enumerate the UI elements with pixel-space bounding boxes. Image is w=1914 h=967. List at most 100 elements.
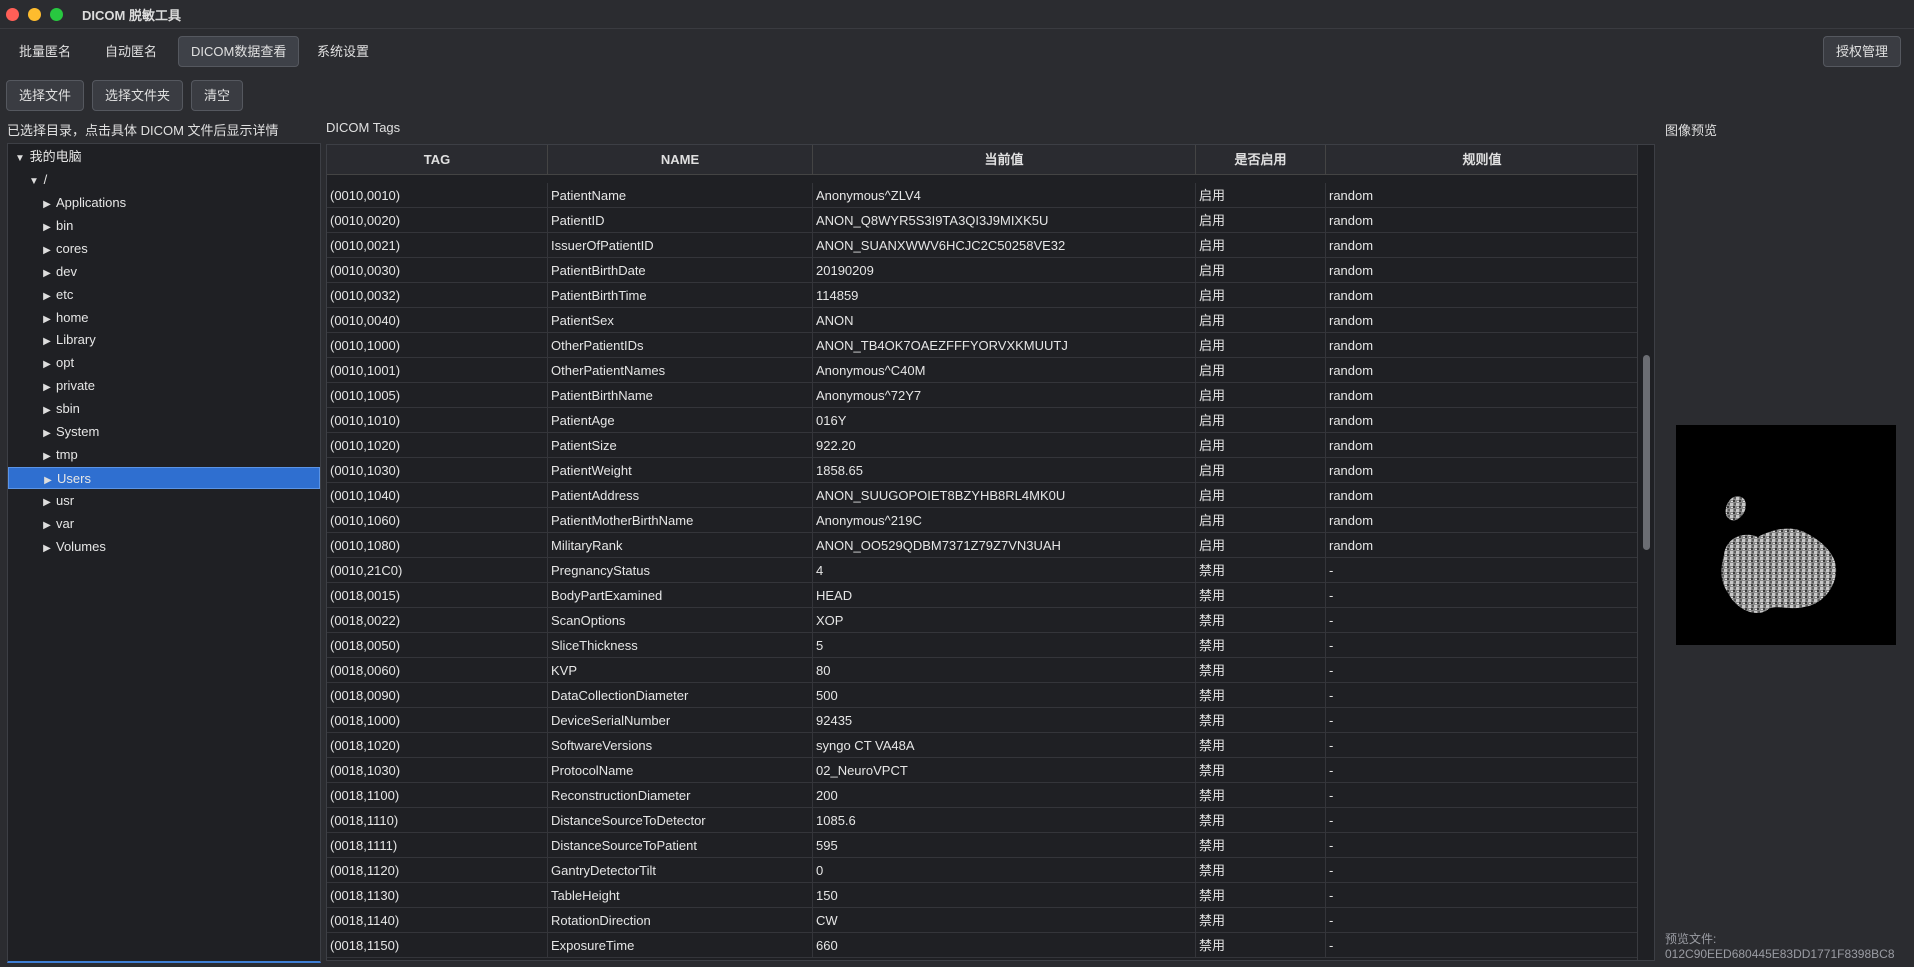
table-row[interactable]: (0010,1030) PatientWeight 1858.65 启用 random <box>327 458 1639 483</box>
tree-item-sbin[interactable]: ▶ sbin <box>8 398 320 420</box>
table-row[interactable]: (0010,1001) OtherPatientNames Anonymous^C4… <box>327 358 1639 383</box>
tree-item-library[interactable]: ▶ Library <box>8 329 320 351</box>
collapsed-caret-icon[interactable]: ▶ <box>41 354 53 376</box>
column-header-current-value[interactable]: 当前值 <box>813 145 1196 175</box>
collapsed-caret-icon[interactable]: ▶ <box>41 377 53 399</box>
collapsed-caret-icon[interactable]: ▶ <box>41 423 53 445</box>
tree-item-tmp[interactable]: ▶ tmp <box>8 444 320 466</box>
tree-item-etc[interactable]: ▶ etc <box>8 284 320 306</box>
close-window-button[interactable] <box>6 7 19 21</box>
cell-enabled: 启用 <box>1196 458 1326 483</box>
cell-current-value: ANON_TB4OK7OAEZFFFYORVXKMUUTJ <box>813 333 1196 358</box>
minimize-window-button[interactable] <box>28 7 41 21</box>
select-file-button[interactable]: 选择文件 <box>6 80 85 111</box>
tree-item-opt[interactable]: ▶ opt <box>8 352 320 374</box>
table-row[interactable]: (0010,1040) PatientAddress ANON_SUUGOPOIET… <box>327 483 1639 508</box>
table-row[interactable]: (0010,1010) PatientAge 016Y 启用 random <box>327 408 1639 433</box>
column-header-tag[interactable]: TAG <box>327 145 548 175</box>
expanded-caret-icon[interactable]: ▼ <box>28 171 40 193</box>
tab-system-settings[interactable]: 系统设置 <box>305 36 381 67</box>
table-row[interactable]: (0010,1000) OtherPatientIDs ANON_TB4OK7OAE… <box>327 333 1639 358</box>
scrollbar-thumb[interactable] <box>1643 355 1650 550</box>
table-row[interactable]: (0010,0010) PatientName Anonymous^ZLV4 启用 ra… <box>327 183 1639 208</box>
table-row[interactable]: (0018,0015) BodyPartExamined HEAD 禁用 - <box>327 583 1639 608</box>
table-row[interactable]: (0018,1150) ExposureTime 660 禁用 - <box>327 933 1639 958</box>
tree-item-var[interactable]: ▶ var <box>8 513 320 535</box>
table-row[interactable]: (0018,1000) DeviceSerialNumber 92435 禁用 - <box>327 708 1639 733</box>
clear-button[interactable]: 清空 <box>191 80 244 111</box>
table-row[interactable]: (0018,1110) DistanceSourceToDetector 1085.… <box>327 808 1639 833</box>
cell-current-value: 5 <box>813 633 1196 658</box>
cell-name: PatientAddress <box>548 483 813 508</box>
collapsed-caret-icon[interactable]: ▶ <box>42 470 54 492</box>
tree-item-label: private <box>56 378 96 394</box>
collapsed-caret-icon[interactable]: ▶ <box>41 309 53 331</box>
collapsed-caret-icon[interactable]: ▶ <box>41 240 53 262</box>
tree-item-volumes[interactable]: ▶ Volumes <box>8 536 320 558</box>
tree-item-bin[interactable]: ▶ bin <box>8 215 320 237</box>
tree-item-label: bin <box>56 217 74 233</box>
tab-batch-anonymize[interactable]: 批量匿名 <box>7 36 83 67</box>
table-row[interactable]: (0018,1030) ProtocolName 02_NeuroVPCT 禁用 - <box>327 758 1639 783</box>
collapsed-caret-icon[interactable]: ▶ <box>41 263 53 285</box>
table-scrollbar[interactable] <box>1637 145 1654 960</box>
table-row[interactable]: (0018,1140) RotationDirection CW 禁用 - <box>327 908 1639 933</box>
collapsed-caret-icon[interactable]: ▶ <box>41 492 53 514</box>
column-header-enabled[interactable]: 是否启用 <box>1196 145 1326 175</box>
maximize-window-button[interactable] <box>50 7 63 21</box>
table-row[interactable]: (0010,0020) PatientID ANON_Q8WYR5S3I9TA3QI… <box>327 208 1639 233</box>
cell-enabled: 启用 <box>1196 383 1326 408</box>
table-row[interactable]: (0010,1080) MilitaryRank ANON_OO529QDBM737… <box>327 533 1639 558</box>
tab-dicom-viewer[interactable]: DICOM数据查看 <box>178 36 300 67</box>
cell-enabled: 启用 <box>1196 333 1326 358</box>
table-row[interactable]: (0010,0030) PatientBirthDate 20190209 启用 ran… <box>327 258 1639 283</box>
cell-rule-value: random <box>1326 233 1639 258</box>
tree-item-home[interactable]: ▶ home <box>8 307 320 329</box>
tab-auto-anonymize[interactable]: 自动匿名 <box>93 36 169 67</box>
select-folder-button[interactable]: 选择文件夹 <box>92 80 184 111</box>
collapsed-caret-icon[interactable]: ▶ <box>41 331 53 353</box>
expanded-caret-icon[interactable]: ▼ <box>14 148 26 170</box>
cell-current-value: 4 <box>813 558 1196 583</box>
table-row[interactable]: (0018,1100) ReconstructionDiameter 200 禁用 - <box>327 783 1639 808</box>
table-row[interactable]: (0018,0060) KVP 80 禁用 - <box>327 658 1639 683</box>
tree-item-dev[interactable]: ▶ dev <box>8 261 320 283</box>
table-row[interactable]: (0010,21C0) PregnancyStatus 4 禁用 - <box>327 558 1639 583</box>
tree-item-cores[interactable]: ▶ cores <box>8 238 320 260</box>
cell-current-value: ANON <box>813 308 1196 333</box>
collapsed-caret-icon[interactable]: ▶ <box>41 194 53 216</box>
tree-root[interactable]: ▼ 我的电脑 <box>8 146 320 168</box>
tree-item-applications[interactable]: ▶ Applications <box>8 192 320 214</box>
column-header-name[interactable]: NAME <box>548 145 813 175</box>
collapsed-caret-icon[interactable]: ▶ <box>41 515 53 537</box>
collapsed-caret-icon[interactable]: ▶ <box>41 400 53 422</box>
collapsed-caret-icon[interactable]: ▶ <box>41 538 53 560</box>
table-row[interactable]: (0010,0032) PatientBirthTime 114859 启用 rando… <box>327 283 1639 308</box>
table-row[interactable]: (0018,0090) DataCollectionDiameter 500 禁用 - <box>327 683 1639 708</box>
collapsed-caret-icon[interactable]: ▶ <box>41 286 53 308</box>
license-management-button[interactable]: 授权管理 <box>1822 36 1901 67</box>
collapsed-caret-icon[interactable]: ▶ <box>41 217 53 239</box>
table-row[interactable]: (0010,1005) PatientBirthName Anonymous^72Y… <box>327 383 1639 408</box>
dicom-tags-table[interactable]: TAG NAME 当前值 是否启用 规则值 (0010,0010) Patient… <box>326 144 1655 961</box>
table-row[interactable]: (0018,0050) SliceThickness 5 禁用 - <box>327 633 1639 658</box>
collapsed-caret-icon[interactable]: ▶ <box>41 446 53 468</box>
tree-item-private[interactable]: ▶ private <box>8 375 320 397</box>
table-row[interactable]: (0010,0040) PatientSex ANON 启用 random <box>327 308 1639 333</box>
table-row[interactable]: (0018,1130) TableHeight 150 禁用 - <box>327 883 1639 908</box>
tree-item-users[interactable]: ▶ Users <box>8 466 320 492</box>
column-header-rule-value[interactable]: 规则值 <box>1326 145 1639 175</box>
file-tree[interactable]: ▼ 我的电脑 ▼ / ▶ Applications ▶ bin ▶ cores ▶ dev ▶ e… <box>7 143 321 963</box>
tree-item-root-dir[interactable]: ▼ / <box>8 169 320 191</box>
table-row[interactable]: (0010,1060) PatientMotherBirthName Anonymo… <box>327 508 1639 533</box>
tree-item-usr[interactable]: ▶ usr <box>8 490 320 512</box>
table-row[interactable]: (0018,1120) GantryDetectorTilt 0 禁用 - <box>327 858 1639 883</box>
tree-item-system[interactable]: ▶ System <box>8 421 320 443</box>
table-row[interactable]: (0010,1020) PatientSize 922.20 启用 random <box>327 433 1639 458</box>
table-row[interactable]: (0018,0022) ScanOptions XOP 禁用 - <box>327 608 1639 633</box>
cell-enabled: 禁用 <box>1196 558 1326 583</box>
table-row[interactable]: (0010,0021) IssuerOfPatientID ANON_SUANXWW… <box>327 233 1639 258</box>
cell-tag: (0018,1111) <box>327 833 548 858</box>
table-row[interactable]: (0018,1020) SoftwareVersions syngo CT VA48… <box>327 733 1639 758</box>
table-row[interactable]: (0018,1111) DistanceSourceToPatient 595 禁用 - <box>327 833 1639 858</box>
